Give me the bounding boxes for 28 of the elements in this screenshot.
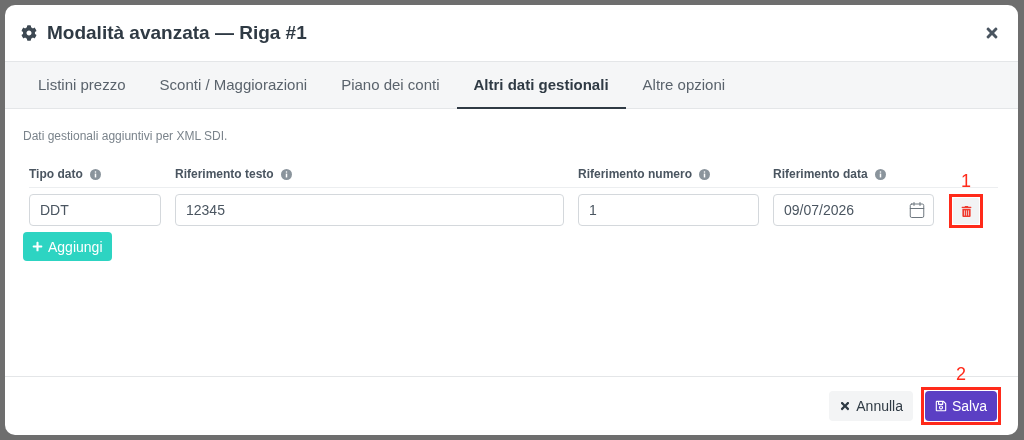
calendar-icon bbox=[908, 201, 926, 219]
input-field[interactable]: 1 bbox=[578, 194, 759, 226]
column-header: Riferimento data bbox=[773, 167, 868, 181]
callout-number: 1 bbox=[960, 171, 972, 192]
trash-icon bbox=[960, 205, 972, 217]
description-text: Dati gestionali aggiuntivi per XML SDI. bbox=[23, 129, 229, 143]
column-header: Tipo dato bbox=[29, 167, 83, 181]
tab[interactable]: Listini prezzo bbox=[21, 62, 143, 109]
input-field[interactable]: 12345 bbox=[175, 194, 564, 226]
info-icon bbox=[699, 168, 710, 180]
info-icon bbox=[89, 168, 101, 180]
modal-title: Modalità avanzata — Riga #1 bbox=[47, 22, 308, 44]
settings-icon bbox=[21, 25, 37, 41]
column-header: Riferimento testo bbox=[175, 167, 274, 181]
tab[interactable]: Piano dei conti bbox=[324, 62, 457, 109]
info-icon bbox=[280, 168, 292, 180]
column-header: Riferimento numero bbox=[578, 167, 692, 181]
tab[interactable]: Altre opzioni bbox=[625, 62, 743, 109]
info-icon bbox=[874, 168, 886, 180]
plus-icon bbox=[32, 241, 43, 252]
cancel-button[interactable]: Annulla bbox=[829, 391, 913, 421]
date-field[interactable]: 09/07/2026 bbox=[773, 194, 934, 226]
callout-number: 2 bbox=[954, 364, 967, 385]
input-field[interactable]: DDT bbox=[29, 194, 161, 226]
close-icon bbox=[839, 400, 852, 412]
tab[interactable]: Sconti / Maggiorazioni bbox=[142, 62, 325, 109]
tab[interactable]: Altri dati gestionali bbox=[456, 62, 626, 109]
save-button[interactable]: Salva bbox=[924, 391, 997, 421]
